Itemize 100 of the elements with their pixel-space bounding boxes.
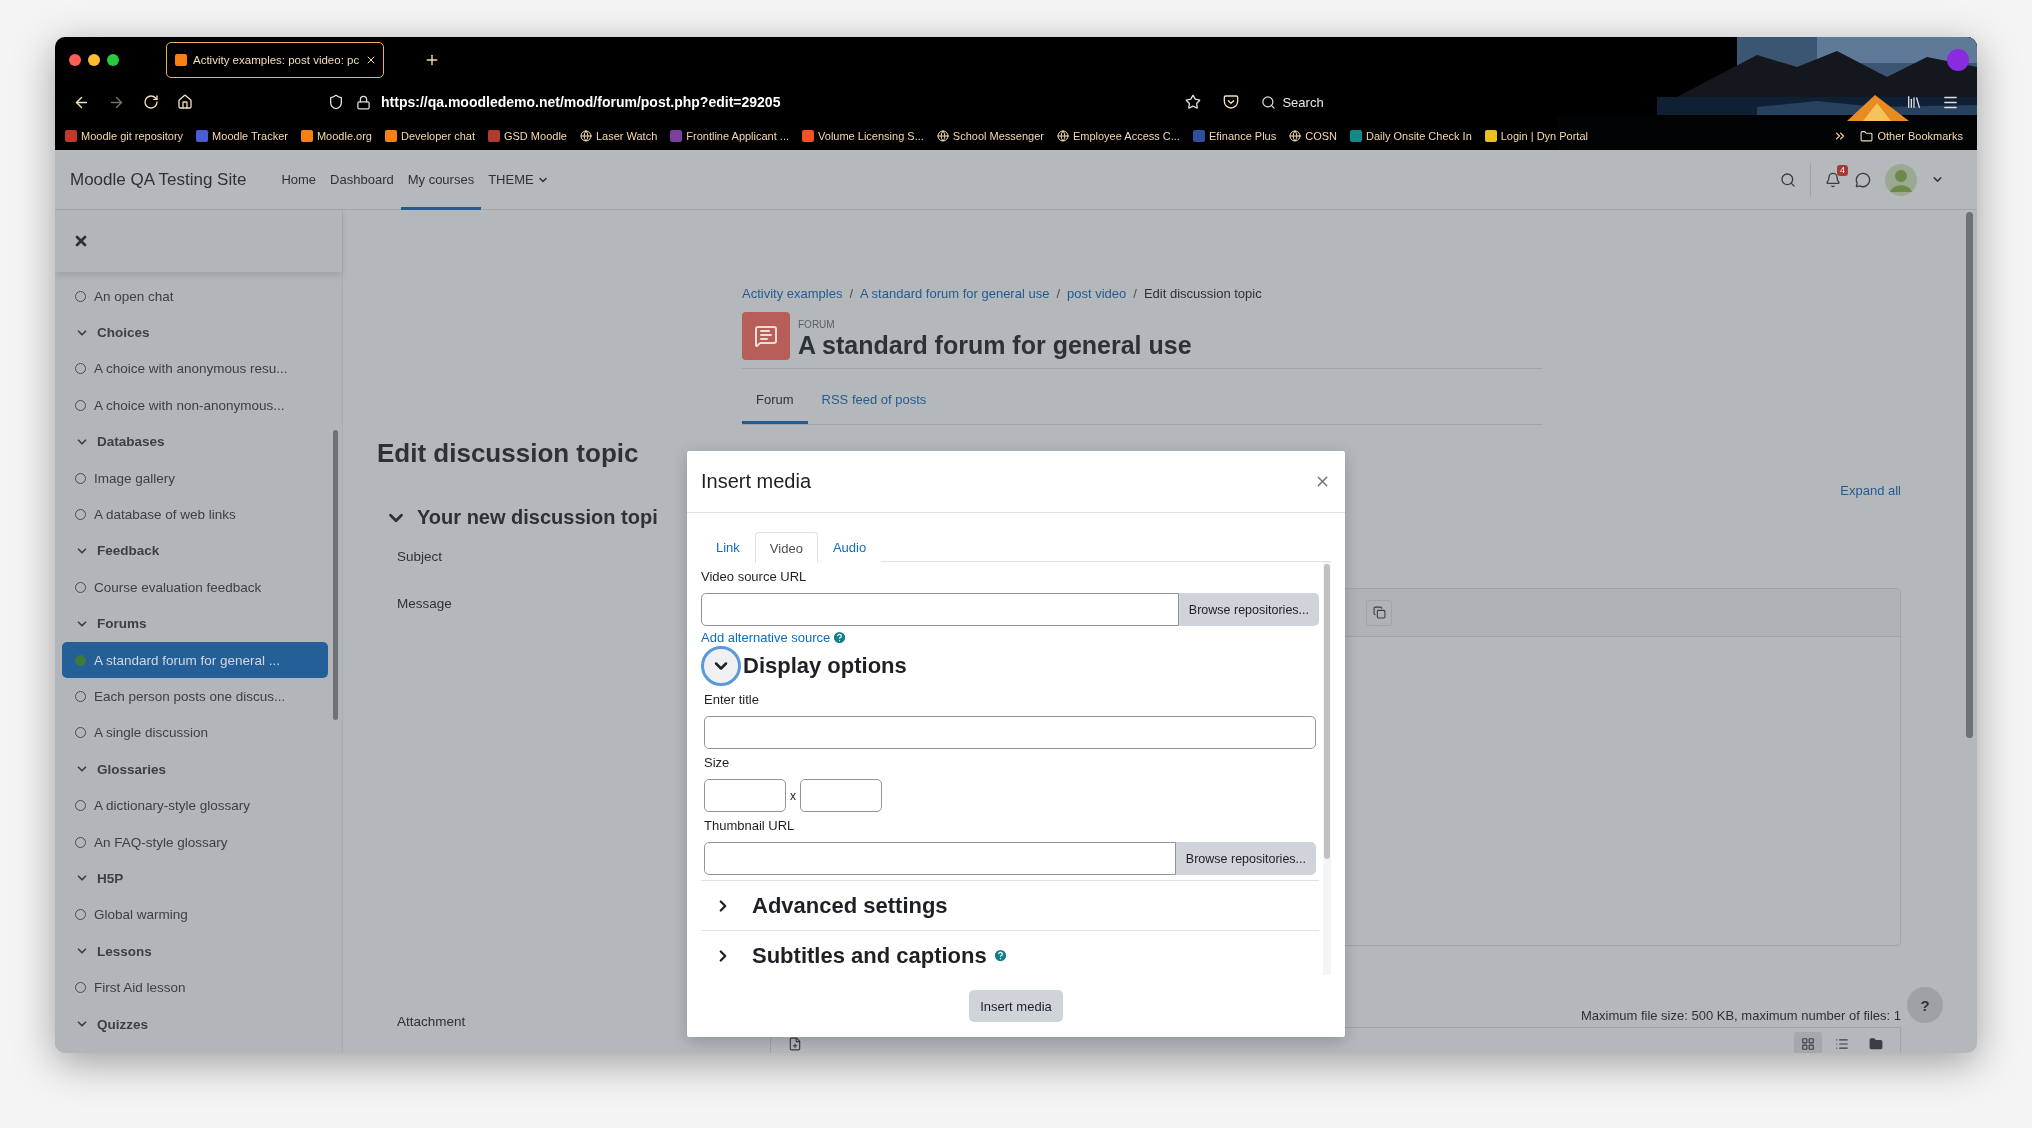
collapse-button[interactable] bbox=[701, 646, 741, 686]
scrollbar[interactable] bbox=[1966, 212, 1973, 738]
bookmark[interactable]: Moodle git repository bbox=[65, 130, 184, 142]
sidebar-section[interactable]: Forums bbox=[62, 605, 328, 642]
breadcrumb-link[interactable]: Activity examples bbox=[742, 285, 843, 301]
nav-link[interactable]: Home bbox=[274, 149, 324, 210]
video-url-field[interactable] bbox=[701, 593, 1179, 626]
address-field[interactable]: https://qa.moodledemo.net/mod/forum/post.php?edit=29205 bbox=[381, 94, 781, 110]
field-label: Thumbnail URL bbox=[703, 818, 795, 833]
help-icon[interactable] bbox=[992, 948, 1008, 963]
browser-tab[interactable]: Activity examples: post video: pc bbox=[166, 41, 385, 78]
search-icon[interactable] bbox=[1261, 94, 1277, 110]
copy-icon[interactable] bbox=[1366, 599, 1392, 626]
sidebar-item[interactable]: A choice with non-anonymous... bbox=[62, 387, 328, 424]
bookmark[interactable]: Login | Dyn Portal bbox=[1484, 130, 1588, 142]
sidebar-item[interactable]: A choice with anonymous resu... bbox=[62, 350, 328, 388]
size-separator: x bbox=[790, 788, 796, 803]
zoom-button[interactable] bbox=[107, 53, 119, 66]
bookmark[interactable]: GSD Moodle bbox=[487, 130, 567, 142]
sidebar-item[interactable]: Global warming bbox=[62, 896, 328, 934]
sidebar-section[interactable]: H5P bbox=[62, 860, 328, 897]
breadcrumb-separator: / bbox=[1133, 285, 1137, 301]
title-field[interactable] bbox=[704, 716, 1316, 749]
globe-icon bbox=[936, 130, 949, 142]
insert-media-button[interactable]: Insert media bbox=[969, 990, 1063, 1022]
reload-icon[interactable] bbox=[143, 94, 159, 110]
sidebar-item[interactable]: A database of web links bbox=[62, 496, 328, 533]
minimize-button[interactable] bbox=[88, 53, 100, 66]
breadcrumb-link[interactable]: A standard forum for general use bbox=[860, 285, 1050, 301]
sidebar-item[interactable]: A dictionary-style glossary bbox=[62, 787, 328, 824]
help-icon[interactable] bbox=[832, 630, 848, 645]
lock-icon bbox=[356, 94, 371, 110]
field-label: Size bbox=[703, 755, 730, 770]
activity-type: FORUM bbox=[798, 319, 835, 330]
shield-icon[interactable] bbox=[328, 94, 344, 110]
bookmark[interactable]: Daily Onsite Check In bbox=[1350, 130, 1472, 142]
home-icon[interactable] bbox=[177, 94, 193, 110]
bookmark[interactable]: Employee Access C... bbox=[1056, 130, 1180, 142]
width-field[interactable] bbox=[704, 779, 786, 812]
help-button[interactable]: ? bbox=[1907, 987, 1943, 1023]
search-field[interactable]: Search bbox=[1282, 94, 1324, 110]
sidebar-section[interactable]: Glossaries bbox=[62, 751, 328, 788]
browse-button[interactable]: Browse repositories... bbox=[1175, 842, 1316, 875]
bookmark[interactable]: Volume Licensing S... bbox=[802, 130, 924, 142]
nav-link[interactable]: My courses bbox=[400, 149, 482, 210]
browse-button[interactable]: Browse repositories... bbox=[1178, 593, 1319, 626]
nav-link[interactable]: Dashboard bbox=[323, 149, 401, 210]
height-field[interactable] bbox=[800, 779, 882, 812]
field-label: Attachment bbox=[397, 1014, 466, 1029]
bookmark[interactable]: Frontline Applicant ... bbox=[670, 130, 790, 142]
bookmark[interactable]: School Messenger bbox=[936, 130, 1044, 142]
sidebar-section[interactable]: Choices bbox=[62, 314, 328, 351]
pocket-icon[interactable] bbox=[1223, 94, 1240, 110]
tab[interactable]: Forum bbox=[742, 379, 808, 424]
sidebar-item[interactable]: A single discussion bbox=[62, 714, 328, 752]
field-label: Enter title bbox=[703, 692, 759, 707]
sidebar-item[interactable]: A standard forum for general ... bbox=[62, 641, 328, 679]
sidebar-item[interactable]: First Aid lesson bbox=[62, 969, 328, 1006]
bookmark[interactable]: Laser Watch bbox=[579, 130, 658, 142]
sidebar-item[interactable]: An open chat bbox=[62, 278, 328, 315]
sidebar-item[interactable]: Each person posts one discus... bbox=[62, 678, 328, 715]
forum-icon bbox=[742, 312, 790, 360]
star-icon[interactable] bbox=[1185, 94, 1202, 110]
grid-view-icon[interactable] bbox=[1794, 1032, 1822, 1053]
sidebar-section[interactable]: Lessons bbox=[62, 933, 328, 970]
notification-badge: 4 bbox=[1837, 164, 1848, 176]
thumbnail-url-field[interactable] bbox=[704, 842, 1176, 875]
chat-icon[interactable] bbox=[1855, 171, 1871, 188]
other-bookmarks[interactable]: Other Bookmarks bbox=[1860, 129, 1963, 143]
bell-icon[interactable] bbox=[1825, 171, 1841, 188]
field-label: Message bbox=[397, 596, 452, 611]
site-icon bbox=[175, 53, 187, 66]
field-label: Subject bbox=[397, 549, 443, 564]
sidebar-item[interactable]: Course evaluation feedback bbox=[62, 569, 328, 606]
sidebar-section[interactable]: Quizzes bbox=[62, 1005, 328, 1043]
breadcrumb-current[interactable]: Edit discussion topic bbox=[1143, 285, 1262, 301]
section-heading: Subtitles and captions bbox=[752, 942, 987, 969]
breadcrumb-link[interactable]: post video bbox=[1067, 285, 1127, 301]
bookmark[interactable]: Moodle Tracker bbox=[196, 130, 288, 142]
bookmark[interactable]: Developer chat bbox=[384, 130, 475, 142]
tab[interactable]: RSS feed of posts bbox=[807, 379, 941, 424]
site-name[interactable]: Moodle QA Testing Site bbox=[70, 169, 247, 190]
scrollbar[interactable] bbox=[1323, 562, 1331, 975]
globe-icon bbox=[1289, 130, 1302, 142]
bookmark[interactable]: Efinance Plus bbox=[1192, 130, 1277, 142]
expand-all-link[interactable]: Expand all bbox=[1840, 483, 1901, 498]
add-source-link[interactable]: Add alternative source bbox=[701, 630, 831, 645]
scrollbar[interactable] bbox=[333, 430, 338, 720]
library-icon[interactable] bbox=[1906, 94, 1922, 110]
bookmark[interactable]: Moodle.org bbox=[300, 130, 372, 142]
sidebar-item[interactable]: Image gallery bbox=[62, 459, 328, 497]
tab[interactable]: Video bbox=[754, 532, 818, 563]
page-title: A standard forum for general use bbox=[798, 330, 1192, 360]
close-icon[interactable] bbox=[73, 233, 89, 249]
sidebar-section[interactable]: Feedback bbox=[62, 532, 328, 570]
sidebar-item[interactable]: An FAQ-style glossary bbox=[62, 823, 328, 861]
nav-link[interactable]: THEME bbox=[481, 149, 556, 210]
close-button[interactable] bbox=[69, 53, 81, 66]
bookmark[interactable]: COSN bbox=[1289, 130, 1337, 142]
sidebar-section[interactable]: Databases bbox=[62, 423, 328, 460]
